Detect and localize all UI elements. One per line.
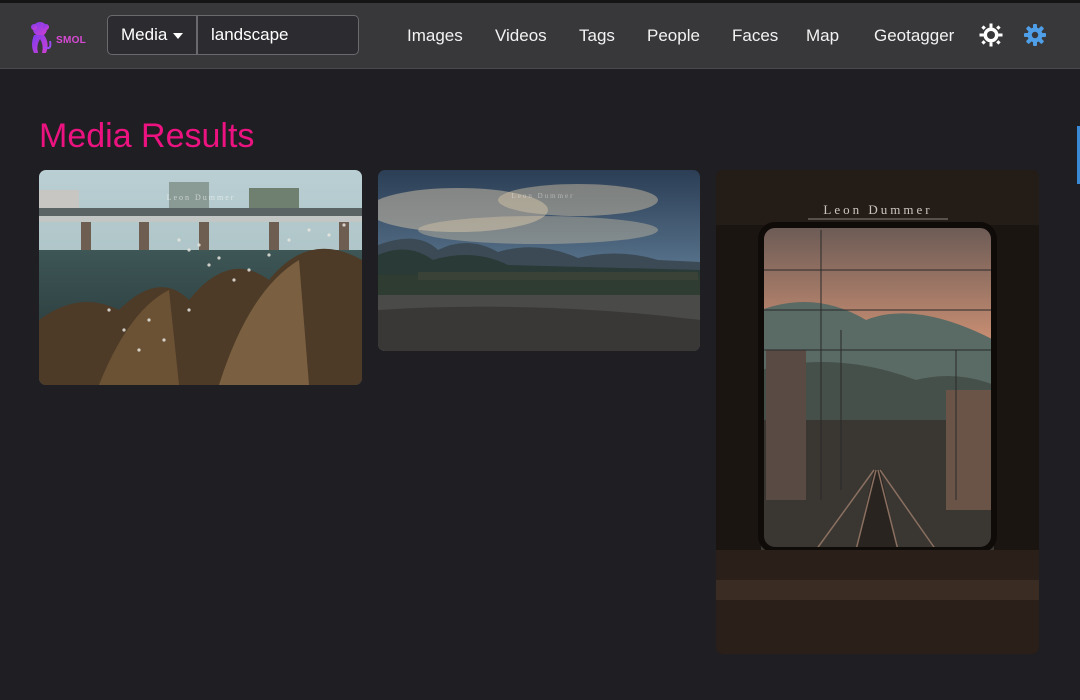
media-result-card[interactable]: Leon Dummer xyxy=(378,170,700,351)
train-window-image: Leon Dummer xyxy=(716,170,1039,654)
media-result-card[interactable]: Leon Dummer xyxy=(716,170,1039,654)
media-type-dropdown[interactable]: Media xyxy=(107,15,197,55)
chevron-down-icon xyxy=(173,33,183,39)
nav-geotagger[interactable]: Geotagger xyxy=(874,26,954,46)
nav-tags[interactable]: Tags xyxy=(579,26,615,46)
nav-people[interactable]: People xyxy=(647,26,700,46)
media-result-card[interactable]: Leon Dummer xyxy=(39,170,362,385)
top-navbar: SMOL Media Images Videos Tags People Fac… xyxy=(0,0,1080,69)
watermark-text: Leon Dummer xyxy=(167,193,236,202)
nav-images[interactable]: Images xyxy=(407,26,463,46)
watermark-text: Leon Dummer xyxy=(511,192,574,200)
media-type-label: Media xyxy=(121,25,168,44)
nav-videos[interactable]: Videos xyxy=(495,26,547,46)
gear-icon[interactable] xyxy=(1023,23,1047,47)
river-bridge-image: Leon Dummer xyxy=(39,170,362,385)
logo-text: SMOL xyxy=(56,35,87,46)
brightness-icon[interactable] xyxy=(979,23,1003,47)
nav-faces[interactable]: Faces xyxy=(732,26,778,46)
search-input[interactable] xyxy=(197,15,359,55)
watermark-text: Leon Dummer xyxy=(823,202,932,217)
mountain-sky-image: Leon Dummer xyxy=(378,170,700,351)
nav-map[interactable]: Map xyxy=(806,26,839,46)
page-title: Media Results xyxy=(39,117,255,155)
